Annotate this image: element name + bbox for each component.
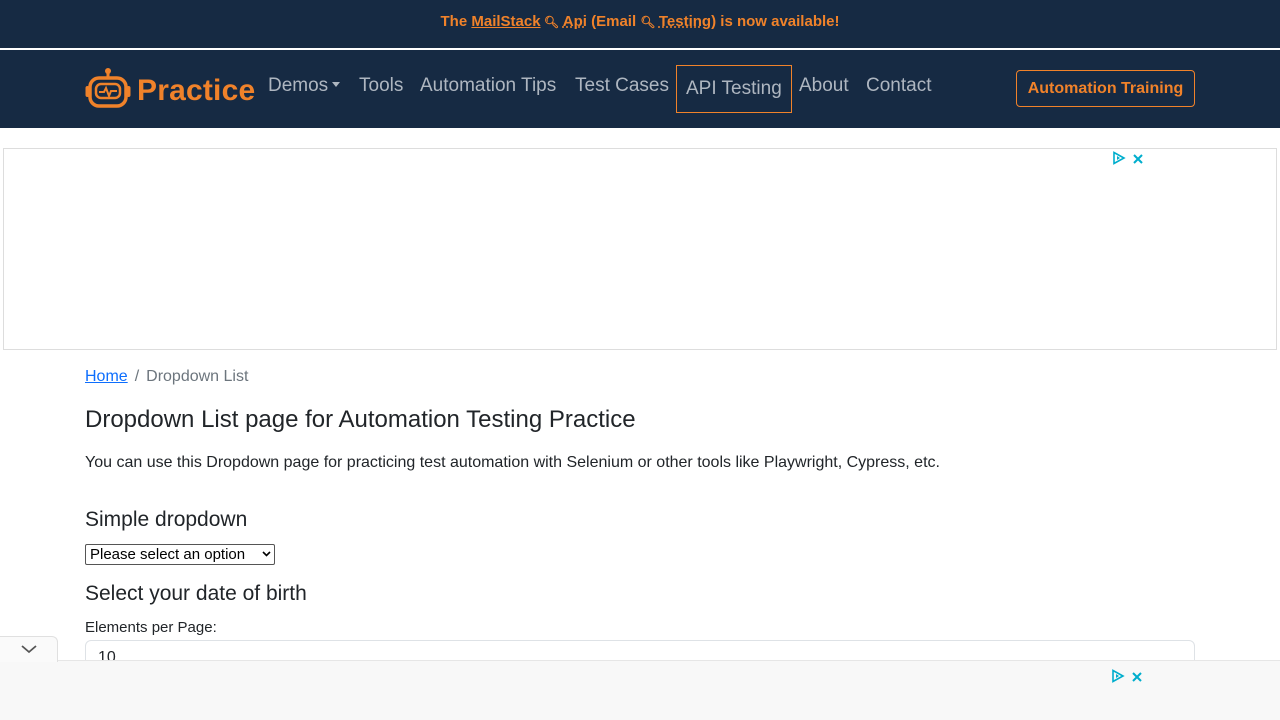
top-ad-banner[interactable] [3, 148, 1277, 350]
magnifier-icon: 🔍︎ [540, 15, 560, 29]
breadcrumb-separator: / [134, 368, 140, 385]
adchoices-icon[interactable] [1112, 151, 1126, 170]
automation-training-button[interactable]: Automation Training [1016, 70, 1195, 107]
adchoices-icon[interactable] [1111, 669, 1125, 688]
testing-link[interactable]: Testing [659, 13, 711, 30]
brand-logo-link[interactable]: Practice [85, 67, 255, 114]
breadcrumb-current: Dropdown List [146, 368, 249, 385]
nav-demos-dropdown[interactable]: Demos [268, 75, 341, 97]
simple-dropdown-value: Please select an option [90, 546, 246, 563]
caret-down-icon [332, 82, 341, 87]
breadcrumb: Home / Dropdown List [85, 368, 248, 386]
nav-tools[interactable]: Tools [359, 75, 403, 97]
nav-api-testing[interactable]: API Testing [676, 65, 792, 113]
page-title: Dropdown List page for Automation Testin… [85, 406, 636, 433]
close-icon[interactable] [1131, 670, 1143, 688]
simple-dropdown-heading: Simple dropdown [85, 508, 248, 531]
bottom-ad-banner[interactable] [0, 660, 1280, 720]
close-icon[interactable] [1132, 152, 1144, 170]
robot-icon [85, 67, 131, 114]
brand-name: Practice [137, 73, 256, 107]
breadcrumb-home-link[interactable]: Home [85, 368, 128, 385]
mailstack-link[interactable]: MailStack [471, 13, 540, 30]
announcement-bar: The MailStack 🔍︎ Api (Email 🔍︎ Testing) … [0, 0, 1280, 48]
chevron-down-icon [20, 641, 38, 659]
main-navbar: Practice Demos Tools Automation Tips Tes… [0, 50, 1280, 128]
page-intro: You can use this Dropdown page for pract… [85, 454, 940, 471]
bottom-ad-controls [1111, 669, 1143, 688]
api-link[interactable]: Api [563, 13, 587, 30]
ad-controls [1112, 151, 1144, 170]
elements-per-page-label: Elements per Page: [85, 619, 217, 636]
nav-contact[interactable]: Contact [866, 75, 931, 97]
announcement-prefix: The [440, 13, 472, 30]
nav-about[interactable]: About [799, 75, 849, 97]
ad-collapse-toggle[interactable] [0, 636, 58, 662]
dob-heading: Select your date of birth [85, 582, 307, 605]
magnifier-icon: 🔍︎ [640, 15, 659, 29]
chevron-down-icon [262, 549, 271, 560]
announcement-suffix: ) is now available! [711, 13, 840, 30]
nav-test-cases[interactable]: Test Cases [575, 75, 669, 97]
nav-automation-tips[interactable]: Automation Tips [420, 75, 556, 97]
simple-dropdown-select[interactable]: Please select an option [85, 544, 275, 565]
announcement-mid: (Email [586, 13, 641, 30]
